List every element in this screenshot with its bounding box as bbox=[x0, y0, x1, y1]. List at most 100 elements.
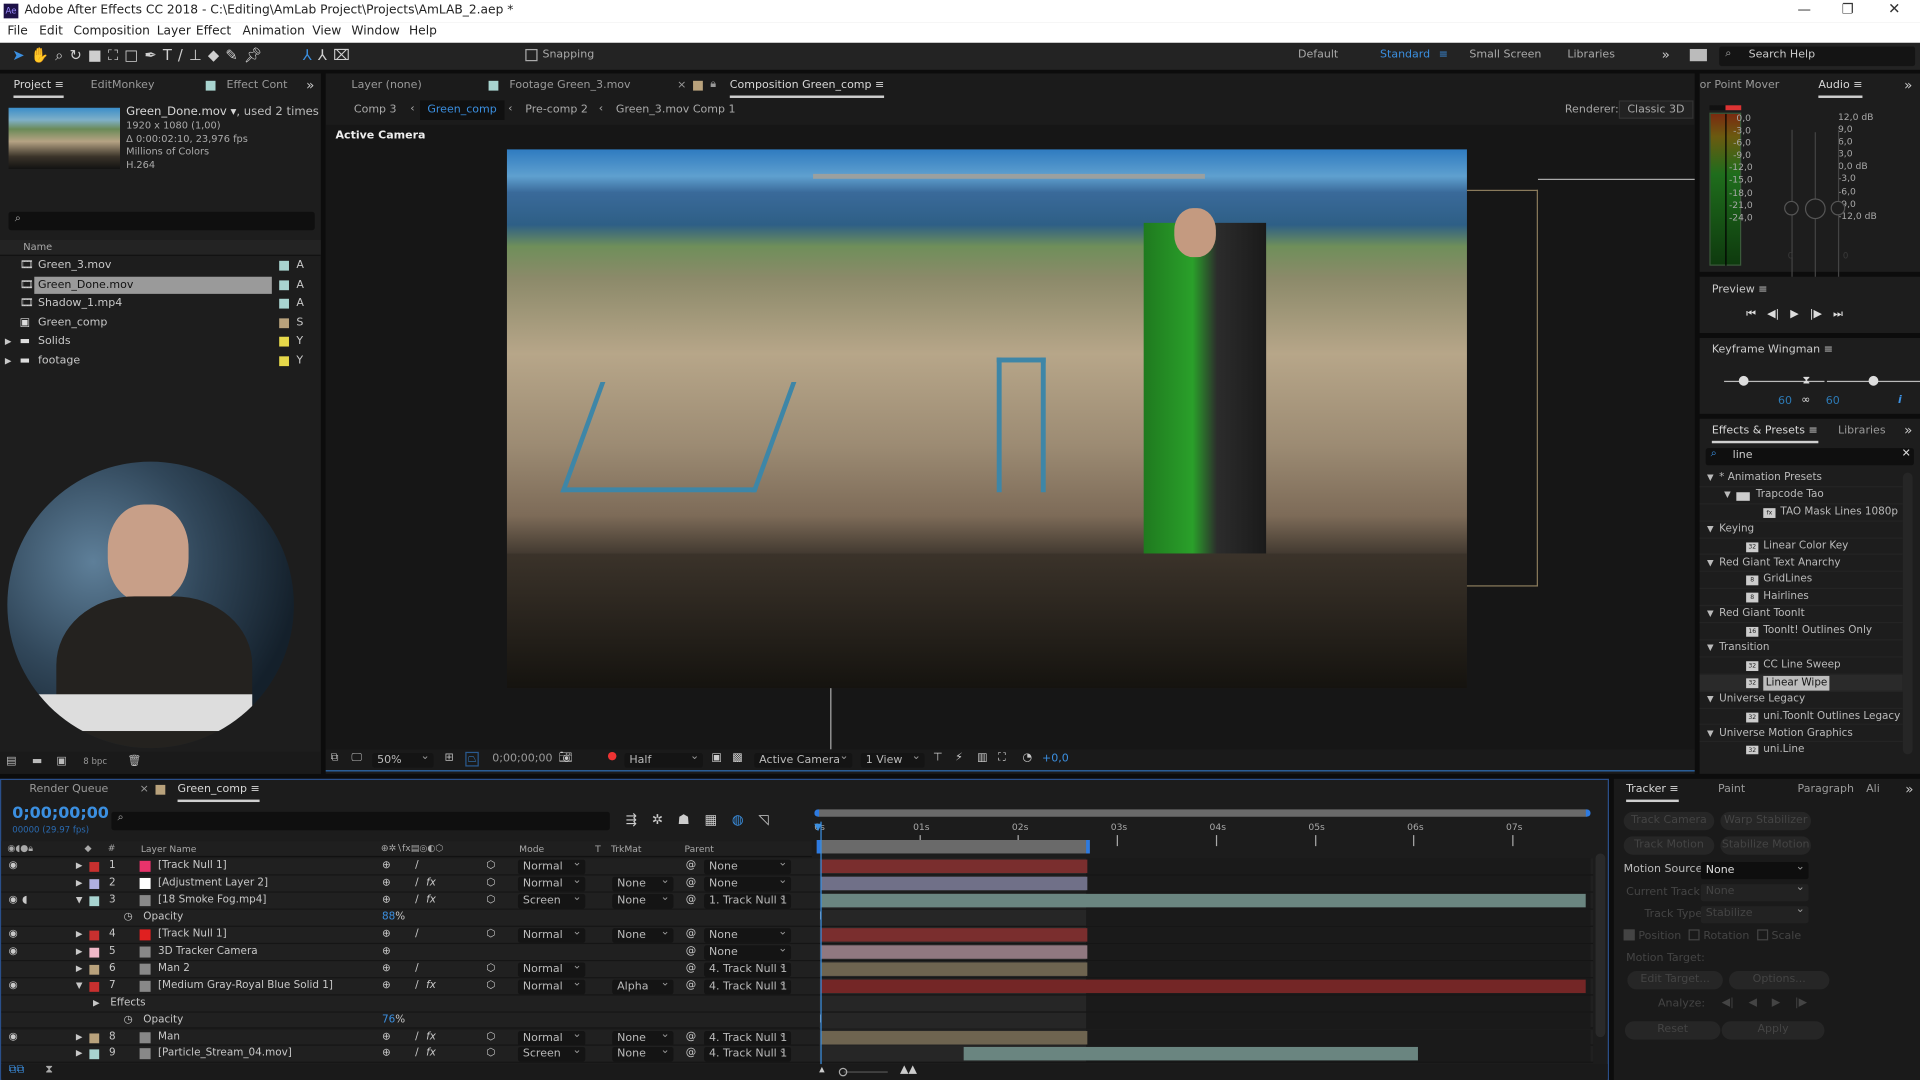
tab-footage[interactable]: Footage Green_3.mov bbox=[509, 80, 630, 92]
effects-group-row[interactable]: ▶ Effects bbox=[1, 995, 1594, 1013]
zoom-tool-icon[interactable]: ⌕ bbox=[55, 47, 63, 67]
expand-arrow-icon[interactable]: ▼ bbox=[1724, 487, 1731, 503]
track-matte-dropdown[interactable]: None bbox=[612, 1044, 674, 1063]
breadcrumb-comp-3[interactable]: Comp 3 bbox=[347, 100, 404, 120]
trash-icon[interactable]: 🗑 bbox=[127, 756, 141, 768]
layer-track[interactable]: I bbox=[819, 1012, 1591, 1029]
parent-header[interactable]: Parent bbox=[684, 844, 713, 855]
expand-arrow-icon[interactable]: ▼ bbox=[1707, 470, 1714, 486]
clear-search-icon[interactable]: ✕ bbox=[1902, 448, 1911, 460]
3d-view-dropdown[interactable]: Active Camera bbox=[754, 749, 853, 768]
tracker-checkbox-scale[interactable]: Scale bbox=[1756, 929, 1801, 943]
camera-tool-icon[interactable]: ■ bbox=[88, 47, 102, 67]
3d-layer-icon[interactable]: ⬡ bbox=[486, 875, 495, 891]
visibility-eye-icon[interactable]: ◉ bbox=[9, 927, 18, 943]
clone-stamp-icon[interactable]: ⊥ bbox=[189, 47, 202, 67]
layer-row[interactable]: ◉ ▶ 4 [Track Null 1] ⊕ / ⬡ Normal None @ None bbox=[1, 924, 1594, 944]
tab-libraries[interactable]: Libraries bbox=[1838, 425, 1886, 437]
menu-effect[interactable]: Effect bbox=[196, 24, 231, 37]
mask-visibility-icon[interactable]: ⏢ bbox=[465, 751, 480, 767]
menu-edit[interactable]: Edit bbox=[39, 24, 63, 37]
expand-arrow-icon[interactable]: ▼ bbox=[1707, 521, 1714, 537]
tab-project[interactable]: Project ≡ bbox=[13, 80, 64, 98]
menu-view[interactable]: View bbox=[312, 24, 341, 37]
layer-track[interactable] bbox=[819, 926, 1591, 943]
zoom-in-icon[interactable]: ▲▲ bbox=[900, 1064, 917, 1076]
sync-settings-icon[interactable] bbox=[1689, 48, 1707, 62]
project-item[interactable]: ▣ Green_comp S bbox=[0, 314, 321, 331]
hand-tool-icon[interactable]: ✋ bbox=[31, 47, 49, 67]
link-icon[interactable]: ∞ bbox=[1801, 394, 1810, 406]
expand-arrow-icon[interactable]: ▶ bbox=[76, 927, 83, 943]
parent-pick-whip-icon[interactable]: @ bbox=[686, 1029, 696, 1045]
parent-pick-whip-icon[interactable]: @ bbox=[686, 944, 696, 960]
parent-dropdown[interactable]: None bbox=[704, 876, 792, 892]
rectangle-tool-icon[interactable]: □ bbox=[124, 47, 138, 67]
expand-arrow-icon[interactable]: ▶ bbox=[76, 961, 83, 977]
3d-layer-icon[interactable]: ⬡ bbox=[486, 927, 495, 943]
label-color-swatch[interactable] bbox=[279, 317, 289, 328]
current-time-indicator[interactable] bbox=[820, 821, 822, 1067]
next-frame-icon[interactable]: |▶ bbox=[1810, 309, 1822, 321]
comp-flowchart-icon[interactable]: ⇶ bbox=[626, 812, 637, 828]
blend-mode-dropdown[interactable]: Normal bbox=[517, 924, 586, 943]
tab-tracker[interactable]: Tracker ≡ bbox=[1626, 784, 1679, 803]
layer-track[interactable] bbox=[819, 1029, 1591, 1046]
first-frame-icon[interactable]: ⏮ bbox=[1746, 309, 1756, 321]
fx-switch-icon[interactable]: fx bbox=[426, 1046, 436, 1062]
3d-layer-icon[interactable]: ⬡ bbox=[486, 978, 495, 994]
toggle-pixel-aspect-icon[interactable]: ⊤ bbox=[933, 752, 943, 764]
view-axis-icon[interactable]: ⌧ bbox=[333, 47, 350, 67]
parent-dropdown[interactable]: 4. Track Null 1 bbox=[704, 1030, 792, 1046]
blend-mode-dropdown[interactable]: Screen bbox=[517, 890, 586, 909]
3d-layer-icon[interactable]: ⬡ bbox=[486, 1029, 495, 1045]
3d-layer-icon[interactable]: ⬡ bbox=[486, 893, 495, 909]
effects-item[interactable]: 8 GridLines bbox=[1699, 572, 1903, 590]
menu-help[interactable]: Help bbox=[409, 24, 437, 37]
label-color-swatch[interactable] bbox=[279, 298, 289, 309]
timeline-search-input[interactable]: ⌕ bbox=[111, 811, 610, 831]
close-tab-icon[interactable]: × bbox=[140, 784, 149, 796]
right-volume-knob[interactable] bbox=[1830, 200, 1846, 216]
opacity-number[interactable]: 76 bbox=[382, 1013, 395, 1025]
always-preview-icon[interactable]: ⧉ bbox=[331, 752, 339, 764]
snapshot-icon[interactable]: 📷︎ bbox=[558, 752, 572, 764]
fx-switch-icon[interactable]: fx bbox=[426, 875, 436, 891]
3d-layer-icon[interactable]: ⬡ bbox=[486, 858, 495, 874]
name-column-header[interactable]: Name bbox=[23, 241, 52, 252]
parent-dropdown[interactable]: 4. Track Null 1 bbox=[704, 1047, 792, 1063]
collapse-arrow-icon[interactable]: ▼ bbox=[76, 893, 83, 909]
stopwatch-icon[interactable]: ◷ bbox=[124, 910, 133, 926]
tracker-checkbox-rotation[interactable]: Rotation bbox=[1688, 929, 1749, 943]
workspace-libraries[interactable]: Libraries bbox=[1567, 49, 1615, 61]
bit-depth-button[interactable]: 8 bpc bbox=[83, 757, 107, 767]
parent-pick-whip-icon[interactable]: @ bbox=[686, 927, 696, 943]
channel-icon[interactable]: ● bbox=[607, 751, 617, 763]
shy-switch-icon[interactable]: ⊕ bbox=[382, 978, 391, 994]
expand-arrow-icon[interactable]: ▶ bbox=[5, 352, 12, 369]
visibility-eye-icon[interactable]: ◉ bbox=[9, 893, 18, 909]
rotate-tool-icon[interactable]: ↻ bbox=[69, 47, 81, 67]
quality-switch-icon[interactable]: / bbox=[415, 927, 419, 943]
expand-arrow-icon[interactable]: ▼ bbox=[1707, 640, 1714, 656]
edit-target-button[interactable]: Edit Target... bbox=[1627, 971, 1723, 990]
trkmat-header[interactable]: TrkMat bbox=[611, 844, 642, 855]
expand-arrow-icon[interactable]: ▶ bbox=[93, 995, 100, 1011]
eraser-tool-icon[interactable]: ◆ bbox=[208, 47, 219, 67]
visibility-eye-icon[interactable]: ◉ bbox=[9, 1029, 18, 1045]
zoom-out-icon[interactable]: ▴ bbox=[819, 1064, 825, 1076]
region-of-interest-icon[interactable]: ▣ bbox=[711, 752, 721, 764]
tab-editmonkey[interactable]: EditMonkey bbox=[91, 80, 155, 92]
visibility-eye-icon[interactable]: ◉ bbox=[9, 978, 18, 994]
previous-frame-icon[interactable]: ◀| bbox=[1767, 309, 1779, 321]
label-color-swatch[interactable] bbox=[279, 355, 289, 366]
layer-track[interactable] bbox=[819, 960, 1591, 977]
analyze-forward-icon[interactable]: ▶ bbox=[1772, 997, 1780, 1009]
menu-layer[interactable]: Layer bbox=[157, 24, 191, 37]
effects-category[interactable]: ▼ * Animation Presets bbox=[1699, 470, 1903, 488]
effects-item[interactable]: ▼ Trapcode Tao bbox=[1699, 487, 1903, 505]
shy-switch-icon[interactable]: ⊕ bbox=[382, 1046, 391, 1062]
opacity-number[interactable]: 88 bbox=[382, 911, 395, 923]
magnification-dropdown[interactable]: 50% bbox=[372, 749, 434, 768]
track-matte-dropdown[interactable]: None bbox=[612, 890, 674, 909]
